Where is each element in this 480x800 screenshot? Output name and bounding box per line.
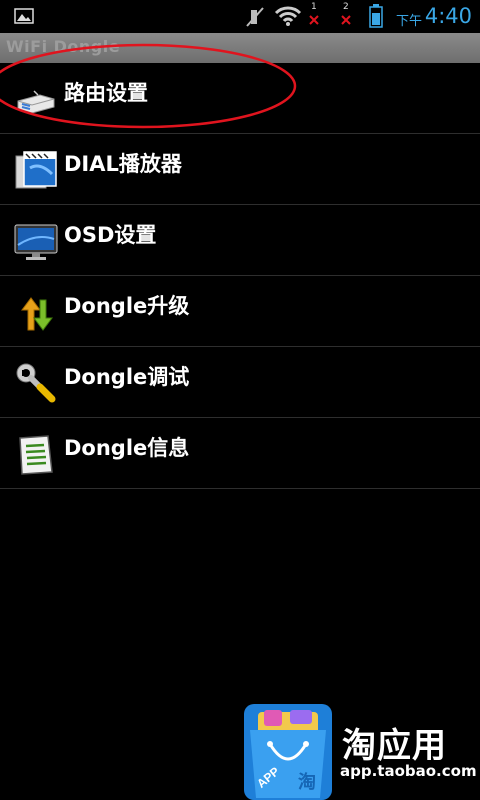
battery-icon xyxy=(369,4,383,28)
menu-item-label: OSD设置 xyxy=(64,223,157,247)
menu-item-label: 路由设置 xyxy=(64,81,148,105)
promo-brand: 淘应用 xyxy=(342,726,447,766)
document-icon xyxy=(19,435,53,475)
sim1-number: 1 xyxy=(311,2,317,12)
menu-item-dongle-debug[interactable]: Dongle调试 xyxy=(0,347,480,418)
menu-item-label: Dongle调试 xyxy=(64,365,190,389)
image-icon xyxy=(14,8,34,24)
app-title-bar: WiFi Dongle xyxy=(0,33,480,63)
menu-item-osd-settings[interactable]: OSD设置 xyxy=(0,205,480,276)
menu-item-router-settings[interactable]: 路由设置 xyxy=(0,63,480,134)
app-title: WiFi Dongle xyxy=(6,37,121,56)
router-icon xyxy=(17,90,55,114)
signal-off-icon xyxy=(309,15,319,25)
status-bar: 1 2 下午 4:40 xyxy=(0,0,480,33)
menu-item-dongle-upgrade[interactable]: Dongle升级 xyxy=(0,276,480,347)
mute-icon xyxy=(246,7,264,27)
shopping-bag-icon: APP 淘 xyxy=(244,704,332,800)
wifi-icon xyxy=(274,6,302,26)
taobao-app-promo[interactable]: APP 淘 淘应用 app.taobao.com xyxy=(242,704,480,800)
signal-off-icon xyxy=(341,15,351,25)
menu-item-label: Dongle信息 xyxy=(64,436,190,460)
upgrade-arrows-icon xyxy=(21,297,53,331)
video-player-icon xyxy=(15,151,57,189)
wrench-icon xyxy=(16,363,56,403)
monitor-icon xyxy=(14,224,58,260)
bag-char-text: 淘 xyxy=(298,771,316,793)
promo-url: app.taobao.com xyxy=(340,762,477,780)
menu-item-label: DIAL播放器 xyxy=(64,152,182,176)
sim2-signal: 2 xyxy=(338,2,354,30)
sim1-signal: 1 xyxy=(306,2,322,30)
status-ampm: 下午 xyxy=(395,14,422,29)
menu-item-dial-player[interactable]: DIAL播放器 xyxy=(0,134,480,205)
sim2-number: 2 xyxy=(343,2,349,12)
status-time: 4:40 xyxy=(424,4,472,28)
menu-item-dongle-info[interactable]: Dongle信息 xyxy=(0,418,480,489)
menu-item-label: Dongle升级 xyxy=(64,294,190,318)
menu-list: 路由设置 DIAL播放器 OSD设置 Dongle升级 Dongle调试 Don… xyxy=(0,63,480,489)
